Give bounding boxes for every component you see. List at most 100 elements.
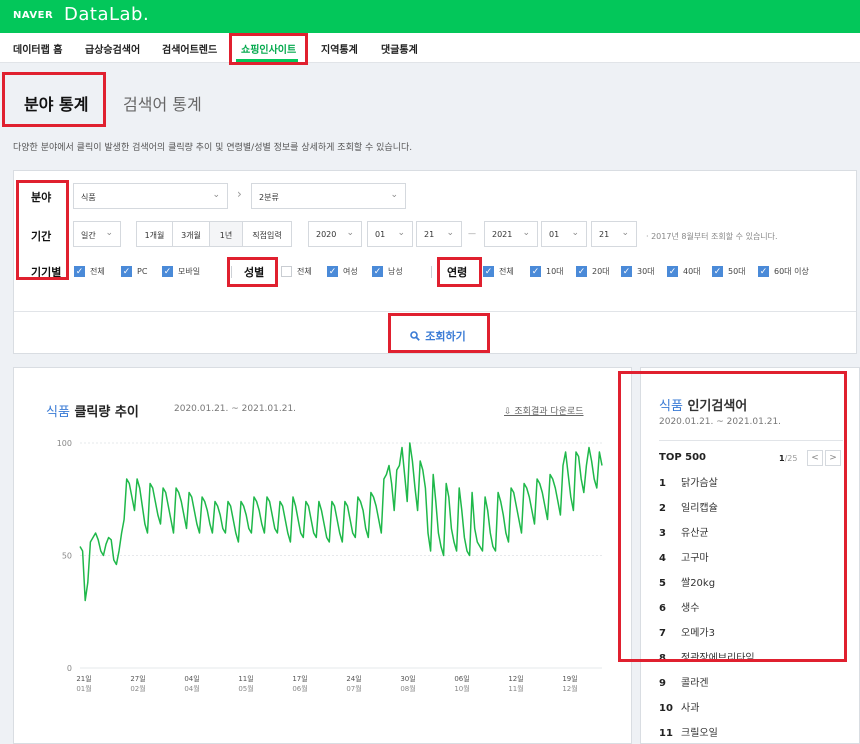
tab-field-stats[interactable]: 분야 통계 [24, 91, 88, 115]
x-tick-month: 12월 [562, 684, 577, 693]
tab-keyword-stats[interactable]: 검색어 통계 [123, 91, 202, 115]
start-year-select[interactable]: 2020 ⌄ [308, 221, 362, 247]
ranking-keyword: 닭가슴살 [681, 478, 718, 489]
age-40s-checkbox[interactable]: ✓ 40대 [667, 266, 701, 277]
x-tick-month: 04월 [184, 684, 199, 693]
check-icon: ✓ [621, 266, 632, 277]
age-20s-checkbox[interactable]: ✓ 20대 [576, 266, 610, 277]
ranking-item[interactable]: 1 닭가슴살 [659, 474, 718, 489]
check-icon: ✓ [162, 266, 173, 277]
chevron-down-icon: ⌄ [105, 228, 113, 238]
ranking-keyword: 오메가3 [681, 628, 715, 639]
device-pc-checkbox[interactable]: ✓ PC [121, 266, 147, 277]
check-icon: ✓ [121, 266, 132, 277]
top-label: TOP 500 [659, 452, 707, 463]
ranking-title-text: 인기검색어 [687, 399, 748, 414]
gender-male-checkbox[interactable]: ✓ 남성 [372, 266, 403, 277]
x-tick-month: 05월 [238, 684, 253, 693]
nav-comment-stats[interactable]: 댓글통계 [381, 41, 418, 56]
age-all-checkbox[interactable]: ✓ 전체 [483, 266, 514, 277]
y-tick-label: 100 [57, 439, 72, 448]
chart-category: 식품 [46, 405, 70, 420]
nav-keyword-trend[interactable]: 검색어트렌드 [162, 41, 217, 56]
start-day-select[interactable]: 21 ⌄ [416, 221, 462, 247]
naver-logo[interactable]: NAVER [13, 10, 53, 21]
gender-label: 성별 [244, 266, 265, 279]
ranking-item[interactable]: 2 일리캡슐 [659, 499, 718, 514]
x-tick-day: 19일 [562, 674, 577, 683]
ranking-number: 9 [659, 678, 666, 689]
ranking-item[interactable]: 11 크릴오일 [659, 724, 718, 739]
check-icon: ✓ [758, 266, 769, 277]
period-unit-select[interactable]: 일간 ⌄ [73, 221, 121, 247]
chart-title: 식품 클릭량 추이 [46, 401, 139, 420]
nav-shopping-insight[interactable]: 쇼핑인사이트 [241, 41, 296, 56]
ranking-item[interactable]: 3 유산균 [659, 524, 709, 539]
gender-all-checkbox[interactable]: 전체 [281, 266, 312, 277]
ranking-item[interactable]: 9 콜라겐 [659, 674, 709, 689]
ranking-number: 8 [659, 653, 666, 664]
age-60plus-checkbox[interactable]: ✓ 60대 이상 [758, 266, 809, 277]
period-3month-button[interactable]: 3개월 [172, 221, 210, 247]
x-tick-day: 24일 [346, 674, 361, 683]
period-custom-button[interactable]: 직접입력 [242, 221, 292, 247]
x-tick-day: 21일 [76, 674, 91, 683]
ranking-number: 3 [659, 528, 666, 539]
end-day-select[interactable]: 21 ⌄ [591, 221, 637, 247]
chevron-right-icon: › [237, 187, 242, 201]
ranking-title: 식품 인기검색어 [659, 395, 747, 414]
ranking-item[interactable]: 10 사과 [659, 699, 699, 714]
check-icon: ✓ [712, 266, 723, 277]
end-year-select[interactable]: 2021 ⌄ [484, 221, 538, 247]
x-tick-month: 11월 [508, 684, 523, 693]
ranking-item[interactable]: 8 정관장에브리타임 [659, 649, 755, 664]
ranking-number: 1 [659, 478, 666, 489]
click-trend-card: 식품 클릭량 추이 2020.01.21. ~ 2021.01.21. ⇩ 조회… [13, 367, 632, 744]
top-bar: NAVER DataLab. [0, 0, 860, 33]
divider [431, 266, 432, 278]
period-1month-button[interactable]: 1개월 [136, 221, 173, 247]
search-icon [410, 331, 421, 341]
ranking-number: 4 [659, 553, 666, 564]
age-50s-checkbox[interactable]: ✓ 50대 [712, 266, 746, 277]
period-1year-button[interactable]: 1년 [209, 221, 243, 247]
page-indicator: 1/25 [779, 454, 798, 463]
x-tick-day: 11일 [238, 674, 253, 683]
chevron-down-icon: ⌄ [346, 228, 354, 238]
ranking-item[interactable]: 7 오메가3 [659, 624, 715, 639]
panel-divider [14, 311, 856, 312]
start-month-select[interactable]: 01 ⌄ [367, 221, 413, 247]
x-tick-day: 17일 [292, 674, 307, 683]
category2-select[interactable]: 2분류 ⌄ [251, 183, 406, 209]
ranking-number: 5 [659, 578, 666, 589]
y-tick-label: 50 [62, 552, 72, 561]
search-button[interactable]: 조회하기 [390, 324, 486, 348]
check-icon: ✓ [372, 266, 383, 277]
chart-date-range: 2020.01.21. ~ 2021.01.21. [174, 404, 297, 414]
ranking-item[interactable]: 6 생수 [659, 599, 699, 614]
age-10s-checkbox[interactable]: ✓ 10대 [530, 266, 564, 277]
ranking-keyword: 사과 [681, 703, 700, 714]
check-icon: ✓ [483, 266, 494, 277]
ranking-number: 2 [659, 503, 666, 514]
nav-home[interactable]: 데이터랩 홈 [13, 41, 62, 56]
field-label: 분야 [31, 191, 52, 204]
prev-page-button[interactable]: < [807, 450, 823, 466]
x-tick-month: 06월 [292, 684, 307, 693]
end-month-select[interactable]: 01 ⌄ [541, 221, 587, 247]
datalab-logo[interactable]: DataLab. [64, 4, 149, 25]
nav-rising-keywords[interactable]: 급상승검색어 [85, 41, 140, 56]
nav-region-stats[interactable]: 지역통계 [321, 41, 358, 56]
age-label: 연령 [447, 266, 468, 279]
ranking-category: 식품 [659, 399, 683, 414]
chevron-down-icon: ⌄ [571, 228, 579, 238]
download-results-link[interactable]: ⇩ 조회결과 다운로드 [504, 404, 584, 417]
device-mobile-checkbox[interactable]: ✓ 모바일 [162, 266, 200, 277]
category1-select[interactable]: 식품 ⌄ [73, 183, 228, 209]
next-page-button[interactable]: > [825, 450, 841, 466]
device-all-checkbox[interactable]: ✓ 전체 [74, 266, 105, 277]
ranking-item[interactable]: 5 쌀20kg [659, 574, 715, 589]
ranking-item[interactable]: 4 고구마 [659, 549, 709, 564]
age-30s-checkbox[interactable]: ✓ 30대 [621, 266, 655, 277]
gender-female-checkbox[interactable]: ✓ 여성 [327, 266, 358, 277]
